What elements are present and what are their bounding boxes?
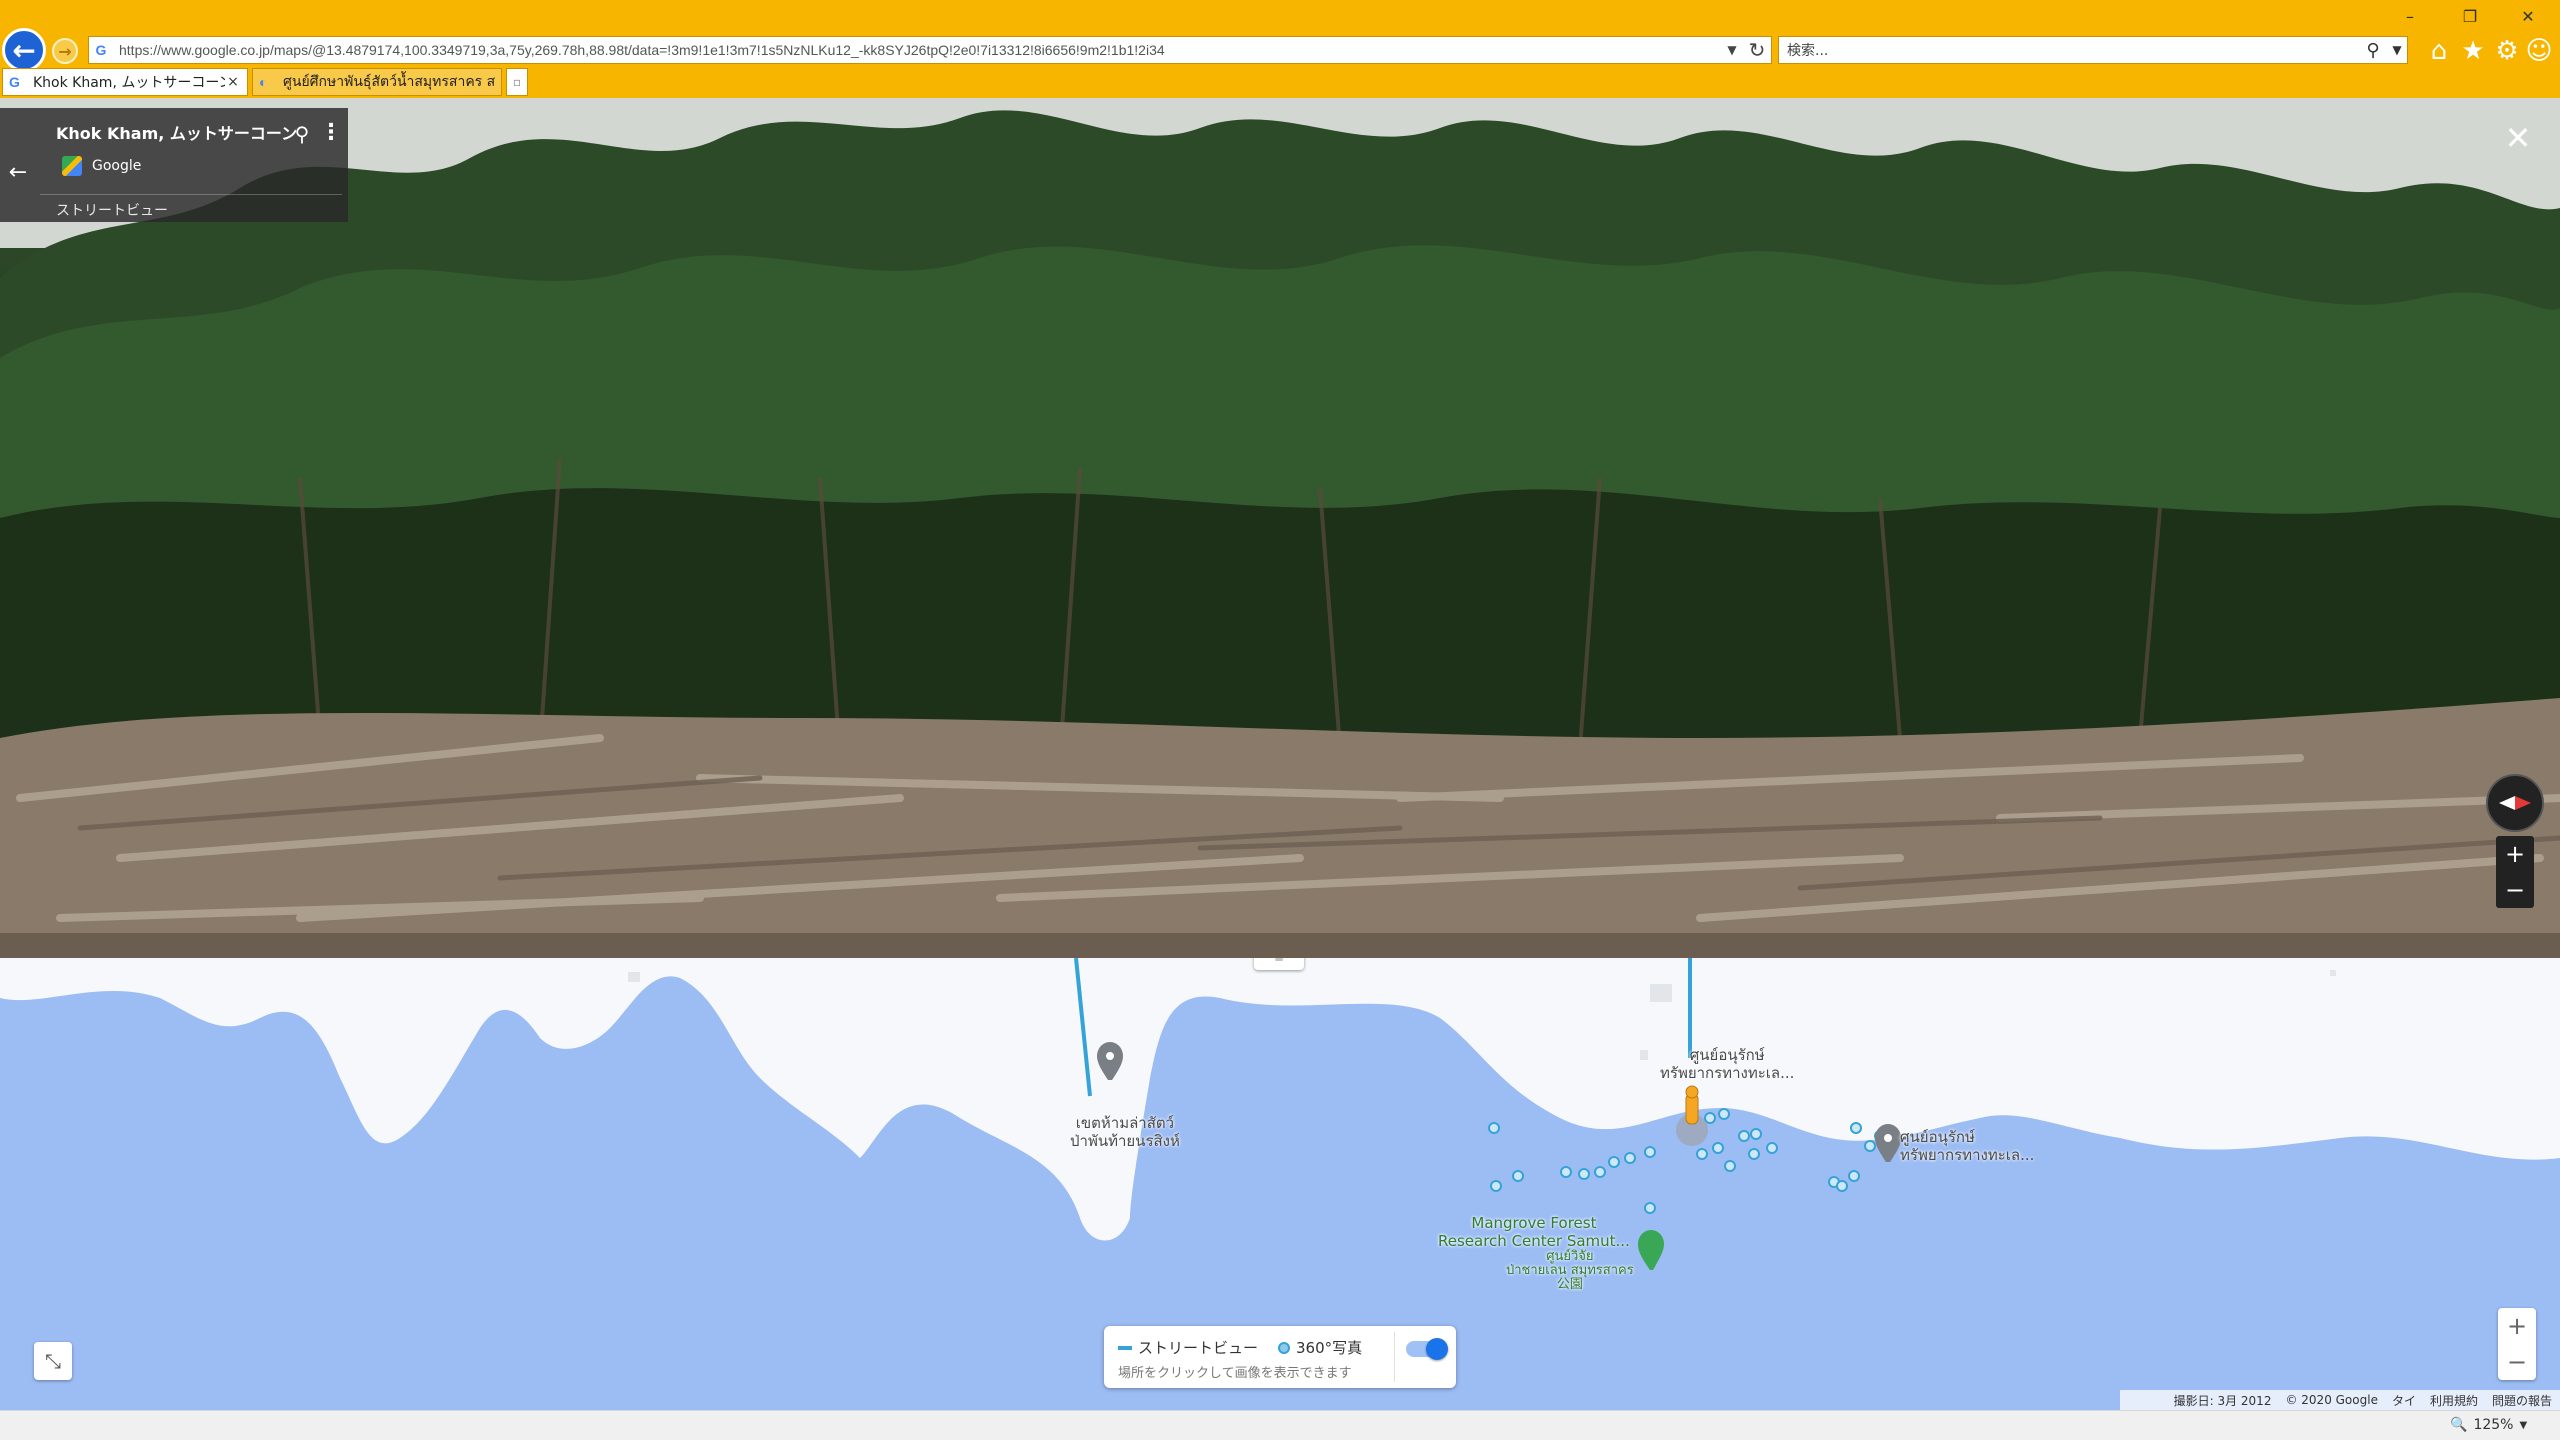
tab-samut-sakhon[interactable]: ◐ ศูนย์ศึกษาพันธุ์สัตว์น้ำสมุทรสาคร สม..… (252, 68, 502, 96)
zoom-level-control[interactable]: 🔍 125% ▼ (2450, 1417, 2527, 1433)
zoom-in-button[interactable]: + (2496, 836, 2534, 872)
favorites-star-icon[interactable]: ★ (2458, 36, 2488, 66)
tab-close-icon[interactable]: × (225, 74, 241, 90)
tab-title: Khok Kham, ムットサーコーン - ... (33, 75, 225, 91)
photo-360-dot-icon (1278, 1342, 1290, 1354)
pane-resize-handle[interactable]: ═ (1254, 958, 1304, 970)
street-view-zoom-control: + − (2496, 836, 2534, 908)
street-view-label: ストリートビュー (56, 203, 168, 219)
site-favicon-icon: ◐ (259, 74, 268, 90)
new-tab-icon: ▫ (512, 75, 522, 89)
google-favicon-icon: G (95, 42, 107, 58)
new-tab-button[interactable]: ▫ (506, 68, 528, 96)
address-url[interactable]: https://www.google.co.jp/maps/@13.487917… (113, 42, 1721, 58)
browser-status-bar: 🔍 125% ▼ (0, 1410, 2560, 1440)
tab-title: ศูนย์ศึกษาพันธุ์สัตว์น้ำสมุทรสาคร สม... (283, 74, 495, 90)
zoom-dropdown-icon[interactable]: ▼ (2519, 1420, 2527, 1431)
address-bar[interactable]: G https://www.google.co.jp/maps/@13.4879… (88, 36, 1772, 64)
divider (40, 194, 342, 195)
street-view-legend: ストリートビュー 360°写真 場所をクリックして画像を表示できます (1104, 1326, 1456, 1388)
search-engine-dropdown-icon[interactable]: ▼ (2387, 43, 2407, 57)
map-zoom-in-button[interactable]: + (2498, 1308, 2536, 1344)
close-window-button[interactable]: ✕ (2508, 4, 2548, 28)
forward-button[interactable]: → (52, 38, 78, 64)
google-favicon-icon: G (9, 74, 20, 90)
map-label-park[interactable]: ศูนย์วิจัย ป่าชายเลน สมุทรสาคร 公園 (1506, 1250, 1634, 1292)
collapse-icon: ⤡ (45, 1349, 61, 1373)
more-options-icon[interactable]: ⋮ (320, 120, 342, 148)
brand-label: Google (92, 158, 142, 174)
country-link[interactable]: タイ (2392, 1392, 2416, 1409)
terms-link[interactable]: 利用規約 (2430, 1392, 2478, 1409)
zoom-level: 125% (2473, 1417, 2514, 1433)
tab-khok-kham[interactable]: G Khok Kham, ムットサーコーン - ... × (2, 68, 248, 96)
location-title: Khok Kham, ムットサーコーン (56, 124, 298, 143)
home-icon[interactable]: ⌂ (2424, 36, 2454, 66)
close-street-view-button[interactable]: ✕ (2500, 120, 2536, 156)
back-arrow-icon[interactable]: ← (4, 160, 32, 188)
map-label-conservation-center-2[interactable]: ศูนย์อนุรักษ์ ทรัพยากรทางทะเล... (1900, 1128, 2034, 1164)
address-dropdown-icon[interactable]: ▼ (1721, 43, 1743, 57)
legend-hint: 場所をクリックして画像を表示できます (1118, 1366, 1352, 1381)
street-view-panorama[interactable]: ← Khok Kham, ムットサーコーン Google ⚲ ⋮ ストリートビュ… (0, 98, 2560, 958)
search-icon[interactable]: ⚲ (2359, 40, 2387, 61)
zoom-magnifier-icon: 🔍 (2450, 1417, 2468, 1433)
tab-strip: G Khok Kham, ムットサーコーン - ... × ◐ ศูนย์ศึก… (0, 68, 2560, 98)
street-view-layer-toggle[interactable] (1406, 1338, 1448, 1360)
legend-360-photo-label: 360°写真 (1296, 1339, 1363, 1357)
compass-needle-icon (2499, 796, 2531, 810)
divider (1394, 1332, 1395, 1382)
forward-arrow-icon: → (58, 41, 72, 61)
restore-button[interactable]: ❐ (2450, 4, 2490, 28)
back-arrow-icon: ← (12, 33, 36, 67)
toggle-knob (1426, 1338, 1448, 1360)
map-label-conservation-center[interactable]: ศูนย์อนุรักษ์ ทรัพยากรทางทะเล... (1660, 1046, 1794, 1082)
map-zoom-out-button[interactable]: − (2498, 1344, 2536, 1380)
google-maps-logo-icon (62, 156, 82, 176)
feedback-smiley-icon[interactable]: ☺ (2524, 36, 2554, 66)
capture-date: 撮影日: 3月 2012 (2173, 1393, 2272, 1408)
settings-gear-icon[interactable]: ⚙ (2492, 36, 2522, 66)
back-button[interactable]: ← (2, 28, 46, 72)
zoom-out-button[interactable]: − (2496, 872, 2534, 908)
browser-toolbar: – ❐ ✕ ← → G https://www.google.co.jp/map… (0, 0, 2560, 98)
search-input[interactable]: 検索... (1787, 40, 2359, 60)
street-view-line-icon (1118, 1346, 1132, 1350)
report-problem-link[interactable]: 問題の報告 (2492, 1392, 2552, 1409)
reload-icon[interactable]: ↻ (1743, 38, 1771, 62)
search-box[interactable]: 検索... ⚲ ▼ (1778, 36, 2408, 64)
map-footer: 撮影日: 3月 2012 © 2020 Google タイ 利用規約 問題の報告 (2120, 1390, 2560, 1410)
collapse-map-button[interactable]: ⤡ (34, 1342, 72, 1380)
map-zoom-control: + − (2498, 1308, 2536, 1380)
location-pin-icon[interactable]: ⚲ (290, 122, 314, 148)
compass-icon[interactable] (2486, 774, 2544, 832)
map-label-mangrove-research-center[interactable]: Mangrove Forest Research Center Samut... (1438, 1214, 1630, 1250)
minimize-button[interactable]: – (2390, 4, 2430, 28)
mangrove-panorama-image (0, 98, 2560, 958)
map-pane[interactable]: ═ เขตห้ามล่าสัตว์ ป่าพันท้ายนรสิงห์ ศูนย… (0, 958, 2560, 1410)
map-label-sanctuary[interactable]: เขตห้ามล่าสัตว์ ป่าพันท้ายนรสิงห์ (1070, 1114, 1180, 1150)
legend-street-view-label: ストリートビュー (1138, 1339, 1259, 1357)
street-view-info-card: ← Khok Kham, ムットサーコーン Google ⚲ ⋮ ストリートビュ… (0, 108, 348, 222)
copyright: © 2020 Google (2285, 1393, 2378, 1407)
